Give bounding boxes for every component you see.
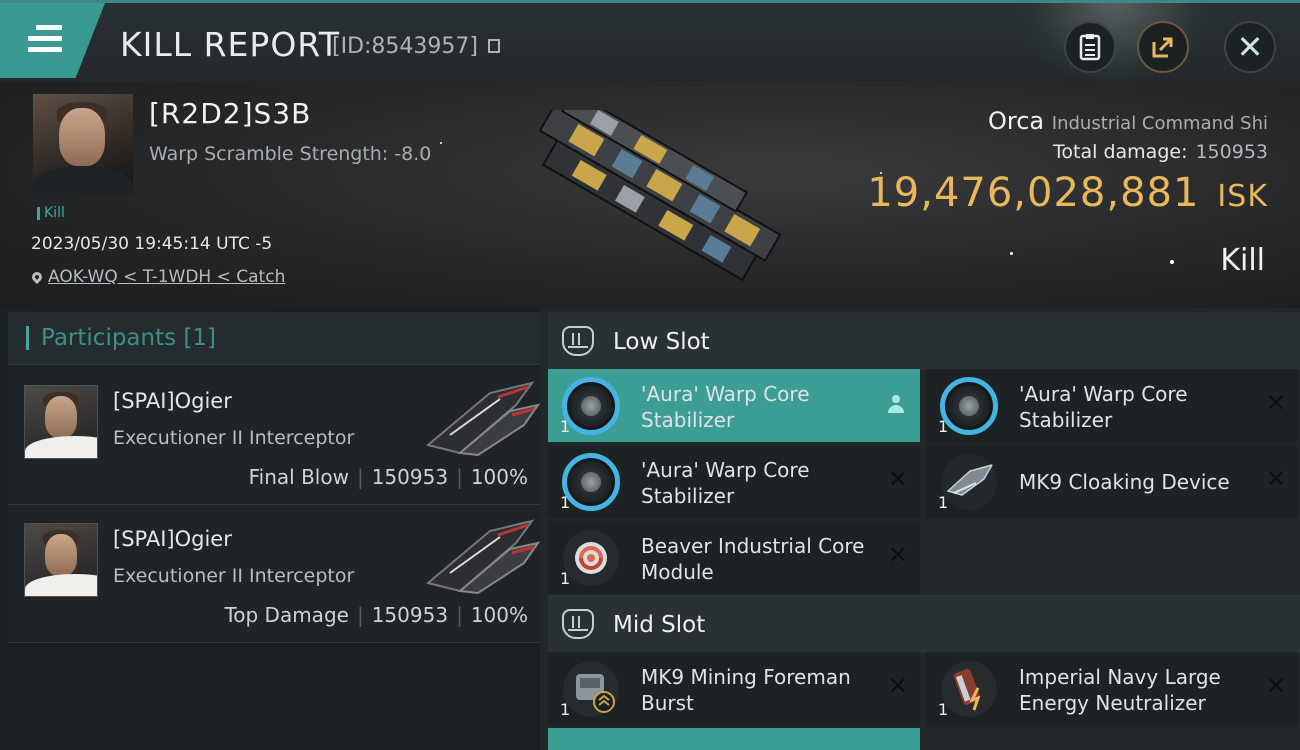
kill-datetime: 2023/05/30 19:45:14 UTC -5 <box>31 234 273 254</box>
participant-name: [SPAI]Ogier <box>113 527 232 551</box>
fitting-item[interactable]: 1 'Aura' Warp Core Stabilizer ✕ <box>548 445 920 518</box>
victim-ship[interactable]: Orca Industrial Command Shi <box>968 107 1268 135</box>
kill-result: Kill <box>1220 243 1265 278</box>
low-slot-header: Low Slot <box>548 312 1300 370</box>
item-quantity: 1 <box>938 493 949 512</box>
isk-unit: ISK <box>1217 179 1268 214</box>
fitting-item[interactable]: 1 MK9 Mining Foreman Burst ✕ <box>548 652 920 725</box>
participant-stats: Top Damage | 150953 | 100% <box>224 603 528 627</box>
warp-core-stabilizer-icon <box>562 377 620 435</box>
interceptor-ship-icon <box>425 519 540 595</box>
item-quantity: 1 <box>938 700 949 719</box>
destroyed-icon: ✕ <box>887 672 908 700</box>
mid-slot-header: Mid Slot <box>548 595 1300 653</box>
participants-header: Participants [1] <box>8 312 540 365</box>
isk-value: 19,476,028,881 ISK <box>867 170 1268 216</box>
top-bar: KILL REPORT [ID:8543957] ✕ <box>0 0 1300 85</box>
total-damage-value: 150953 <box>1195 141 1268 163</box>
participant-damage: 150953 <box>371 603 449 627</box>
total-damage-label: Total damage: <box>1053 141 1188 163</box>
destroyed-icon: ✕ <box>887 465 908 493</box>
item-name: 'Aura' Warp Core Stabilizer <box>1019 382 1188 432</box>
item-name: Imperial Navy Large Energy Neutralizer <box>1019 665 1221 715</box>
kill-location[interactable]: AOK-WQ < T-1WDH < Catch <box>29 267 285 287</box>
victim-portrait[interactable] <box>33 94 133 194</box>
fitting-item[interactable]: 1 Beaver Industrial Core Module ✕ <box>548 521 920 594</box>
warp-core-stabilizer-icon <box>940 377 998 435</box>
participant-row[interactable]: [SPAI]Ogier Executioner II Interceptor F… <box>8 367 540 505</box>
victim-ship-image <box>538 110 782 282</box>
location-pin-icon <box>29 269 45 285</box>
participant-portrait[interactable] <box>24 385 98 459</box>
item-quantity: 1 <box>560 417 571 436</box>
item-quantity: 1 <box>560 700 571 719</box>
participant-role: Final Blow <box>248 465 349 489</box>
isk-amount: 19,476,028,881 <box>867 170 1200 216</box>
participant-ship: Executioner II Interceptor <box>113 427 355 449</box>
low-slot-title: Low Slot <box>613 329 710 355</box>
destroyed-icon: ✕ <box>887 541 908 569</box>
destroyed-icon: ✕ <box>1265 389 1286 417</box>
participant-damage: 150953 <box>371 465 449 489</box>
participant-percent: 100% <box>470 603 528 627</box>
warp-core-stabilizer-icon <box>562 453 620 511</box>
fitting-item[interactable]: 1 'Aura' Warp Core Stabilizer ✕ <box>926 369 1298 442</box>
clipboard-icon <box>1079 34 1101 61</box>
close-button[interactable]: ✕ <box>1224 21 1276 73</box>
participants-title: Participants [1] <box>41 325 216 351</box>
mining-foreman-burst-icon <box>563 661 619 717</box>
item-name: MK9 Cloaking Device <box>1019 470 1230 494</box>
kill-tag: Kill <box>37 206 65 220</box>
cloaking-device-icon <box>941 454 997 510</box>
industrial-core-icon <box>563 530 619 586</box>
clipboard-button[interactable] <box>1064 21 1116 73</box>
interceptor-ship-icon <box>425 381 540 457</box>
menu-button[interactable] <box>0 3 105 78</box>
item-quantity: 1 <box>560 569 571 588</box>
fitting-item[interactable]: 1 MK9 Cloaking Device ✕ <box>926 445 1298 518</box>
share-icon <box>1152 37 1173 58</box>
item-name: MK9 Mining Foreman Burst <box>641 665 851 715</box>
participant-portrait[interactable] <box>24 523 98 597</box>
fitting-item[interactable]: 1 Imperial Navy Large Energy Neutralizer… <box>926 652 1298 725</box>
share-button[interactable] <box>1137 21 1189 73</box>
participant-stats: Final Blow | 150953 | 100% <box>248 465 528 489</box>
item-quantity: 1 <box>938 417 949 436</box>
fitting-item-partial[interactable] <box>548 728 920 750</box>
mid-slot-title: Mid Slot <box>613 612 706 638</box>
location-link[interactable]: AOK-WQ < T-1WDH < Catch <box>48 267 285 287</box>
low-slot-icon <box>562 326 594 356</box>
item-name: Beaver Industrial Core Module <box>641 534 865 584</box>
participant-role: Top Damage <box>224 603 349 627</box>
participant-ship: Executioner II Interceptor <box>113 565 355 587</box>
report-id: [ID:8543957] <box>332 34 478 59</box>
energy-neutralizer-icon <box>941 661 997 717</box>
participant-percent: 100% <box>470 465 528 489</box>
copy-icon[interactable] <box>488 39 500 53</box>
participant-row[interactable]: [SPAI]Ogier Executioner II Interceptor T… <box>8 505 540 643</box>
victim-name[interactable]: [R2D2]S3B <box>149 97 311 130</box>
mid-slot-icon <box>562 609 594 639</box>
destroyed-icon: ✕ <box>1265 465 1286 493</box>
total-damage: Total damage: 150953 <box>1053 141 1268 163</box>
item-name: 'Aura' Warp Core Stabilizer <box>641 458 810 508</box>
item-quantity: 1 <box>560 493 571 512</box>
hamburger-menu-icon <box>28 25 62 53</box>
pilot-icon <box>888 395 904 415</box>
item-name: 'Aura' Warp Core Stabilizer <box>641 382 810 432</box>
fitting-item[interactable]: 1 'Aura' Warp Core Stabilizer <box>548 369 920 442</box>
ship-name: Orca <box>988 107 1045 135</box>
page-title: KILL REPORT <box>120 25 340 64</box>
warp-scramble-strength: Warp Scramble Strength: -8.0 <box>149 143 432 165</box>
participant-name: [SPAI]Ogier <box>113 389 232 413</box>
destroyed-icon: ✕ <box>1265 672 1286 700</box>
ship-class: Industrial Command Shi <box>1051 113 1268 134</box>
close-icon: ✕ <box>1236 28 1264 66</box>
